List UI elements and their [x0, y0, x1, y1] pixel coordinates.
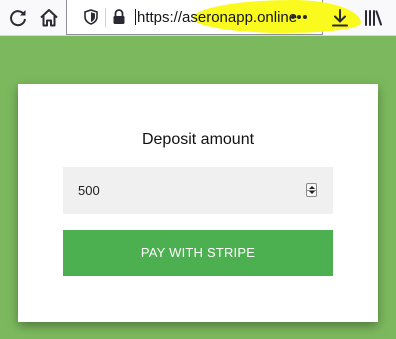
lock-icon[interactable] — [109, 7, 129, 27]
deposit-amount-value: 500 — [78, 183, 100, 198]
shield-icon[interactable] — [81, 7, 101, 27]
url-bar[interactable]: https://aseronapp.online — [66, 0, 361, 35]
url-value: https://aseronapp.online — [137, 9, 298, 26]
increment-arrow-icon[interactable] — [309, 186, 315, 189]
home-icon[interactable] — [36, 5, 62, 31]
library-icon[interactable] — [360, 5, 386, 31]
deposit-title: Deposit amount — [141, 131, 255, 148]
reload-icon[interactable] — [5, 5, 31, 31]
browser-toolbar: https://aseronapp.online — [0, 0, 396, 36]
decrement-arrow-icon[interactable] — [309, 191, 315, 194]
text-caret — [135, 9, 136, 25]
number-spinner[interactable] — [306, 183, 317, 197]
downloads-icon[interactable] — [327, 5, 353, 31]
deposit-amount-input[interactable]: 500 — [63, 167, 333, 214]
url-bar-divider — [105, 8, 106, 27]
deposit-card: Deposit amount 500 PAY WITH STRIPE — [18, 84, 378, 322]
url-text[interactable]: https://aseronapp.online — [135, 9, 297, 26]
more-actions-icon[interactable] — [289, 7, 309, 27]
pay-with-stripe-button[interactable]: PAY WITH STRIPE — [63, 230, 333, 276]
